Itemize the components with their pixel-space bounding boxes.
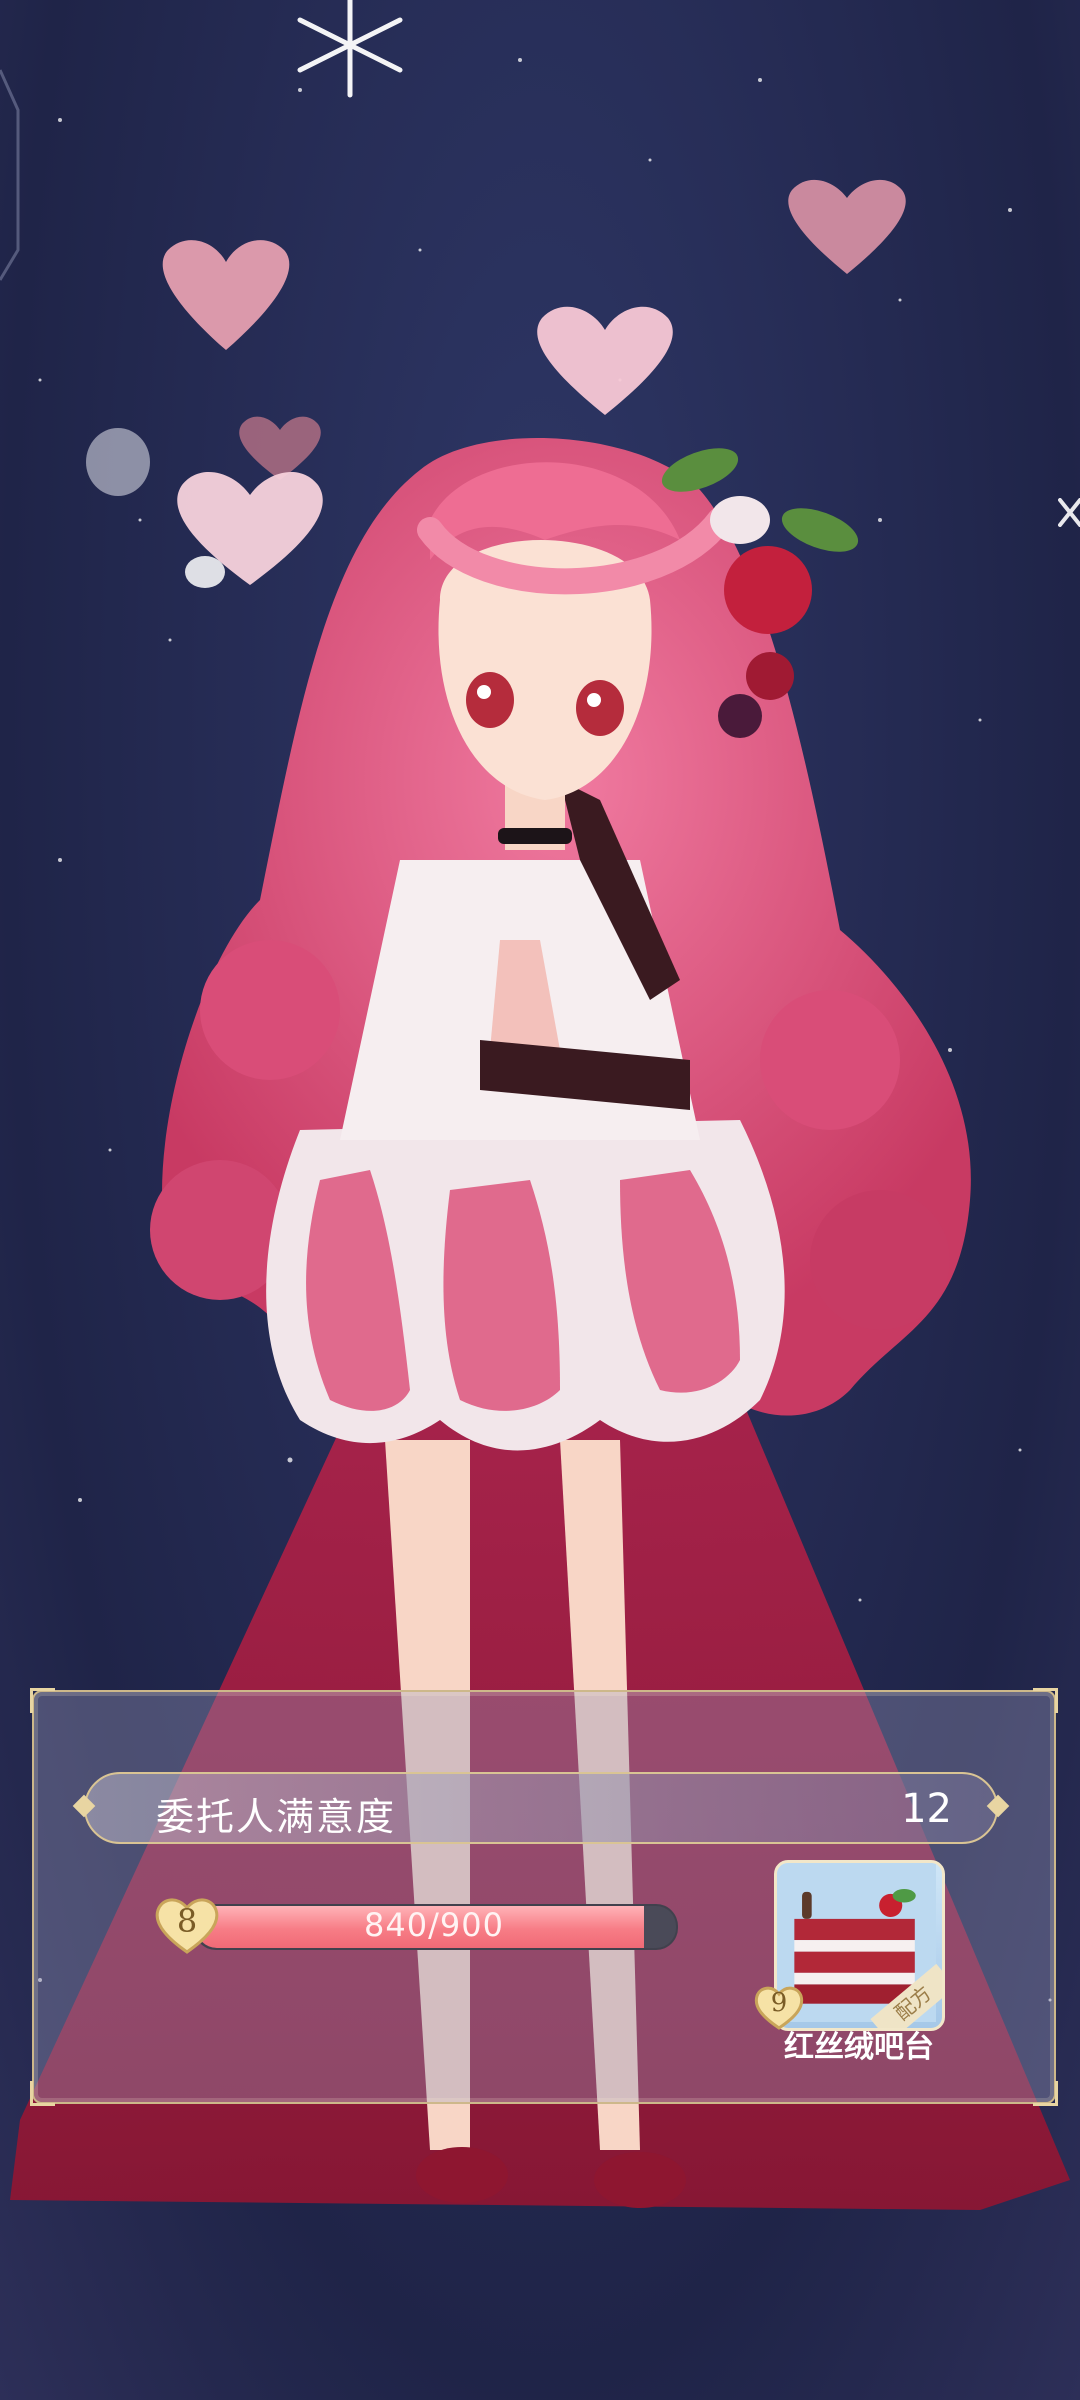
shoe <box>594 2152 686 2208</box>
heart-icon <box>162 240 290 350</box>
snowflake-blur <box>86 428 150 496</box>
heart-icon <box>537 306 673 415</box>
commission-panel: 委托人满意度 12 840/900 8 配方 9 红丝绒吧台 <box>30 1688 1058 2106</box>
panel-corner <box>1033 1688 1058 1713</box>
shoe <box>416 2147 508 2203</box>
snowflake-icon <box>297 0 403 98</box>
eye <box>466 672 514 728</box>
panel-corner <box>30 2081 55 2106</box>
heart-icon <box>239 416 321 480</box>
satisfaction-bar: 委托人满意度 12 <box>72 1772 1010 1844</box>
satisfaction-label: 委托人满意度 <box>156 1795 397 1839</box>
reward-level-number: 9 <box>770 1988 788 2018</box>
heart-level-badge: 8 <box>152 1892 222 1956</box>
diamond-ornament-icon <box>986 1794 1010 1818</box>
edge-frame <box>0 69 20 281</box>
heart-icon <box>788 179 906 274</box>
heart-level-number: 8 <box>176 1902 198 1940</box>
eye <box>576 680 624 736</box>
diamond-ornament-icon <box>72 1794 96 1818</box>
reward-level-badge: 9 <box>752 1982 806 2032</box>
panel-corner <box>1033 2081 1058 2106</box>
panel-corner <box>30 1688 55 1713</box>
satisfaction-value: 12 <box>901 1786 952 1832</box>
heart-icon <box>185 556 225 588</box>
snowflake-icon <box>1058 498 1080 527</box>
satisfaction-progress-text: 840/900 <box>364 1906 504 1944</box>
